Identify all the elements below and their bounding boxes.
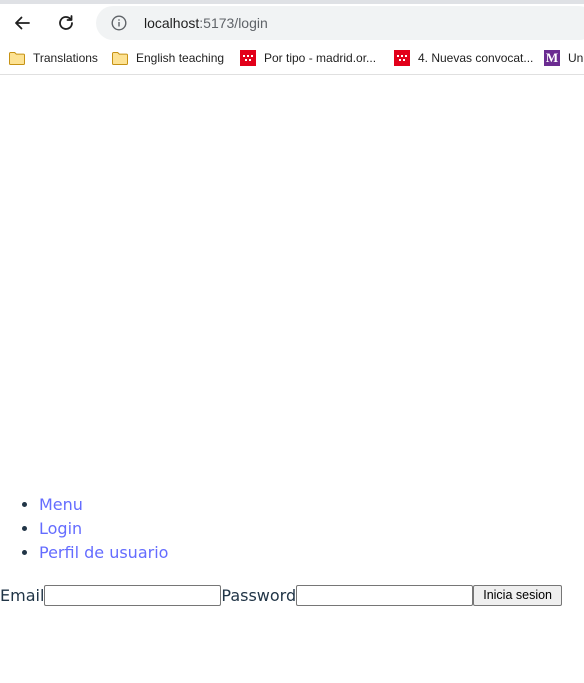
email-field[interactable] [44,584,222,606]
bookmark-label: Translations [33,51,98,65]
comunidad-madrid-icon [240,50,256,66]
nav-link-menu[interactable]: Menu [39,495,83,514]
bookmark-label: Por tipo - madrid.or... [264,51,377,65]
url-text[interactable]: localhost:5173/login [144,15,268,31]
reload-icon [59,15,73,30]
reload-button[interactable] [50,7,82,39]
folder-icon [9,52,25,65]
nav-item-menu: Menu [39,494,168,518]
bookmark-label: 4. Nuevas convocat... [418,51,534,65]
url-host: localhost [144,15,200,31]
comunidad-madrid-icon [394,50,410,66]
url-path: :5173/login [199,15,268,31]
nav-item-login: Login [39,518,168,542]
back-button[interactable] [6,7,38,39]
email-label: Email [0,585,45,605]
folder-icon [112,52,128,65]
back-arrow-icon [15,16,30,30]
bookmark-label: English teaching [136,51,225,65]
bookmark-nuevas-convocatorias[interactable]: 4. Nuevas convocat... [393,48,533,68]
login-submit-button[interactable]: Inicia sesion [473,584,563,606]
main-nav-list: Menu Login Perfil de usuario [0,494,168,566]
bookmark-por-tipo[interactable]: Por tipo - madrid.or... [239,48,376,68]
bookmarks-bar: Translations English teaching Por tipo -… [0,42,584,75]
nav-link-perfil-de-usuario[interactable]: Perfil de usuario [39,543,168,562]
nav-item-perfil: Perfil de usuario [39,542,168,566]
m-logo-icon: M [544,50,560,66]
password-field[interactable] [296,584,474,606]
password-label: Password [221,585,297,605]
bookmark-un[interactable]: M Un [544,48,583,68]
address-bar[interactable]: localhost:5173/login [96,6,584,40]
login-form: Email Password Inicia sesion [0,583,563,607]
nav-link-login[interactable]: Login [39,519,82,538]
browser-toolbar: localhost:5173/login [0,4,584,42]
bookmark-label: Un [568,51,584,65]
bookmark-english-teaching[interactable]: English teaching [111,48,224,68]
site-info-icon[interactable] [111,15,127,31]
bookmark-translations[interactable]: Translations [8,48,98,68]
